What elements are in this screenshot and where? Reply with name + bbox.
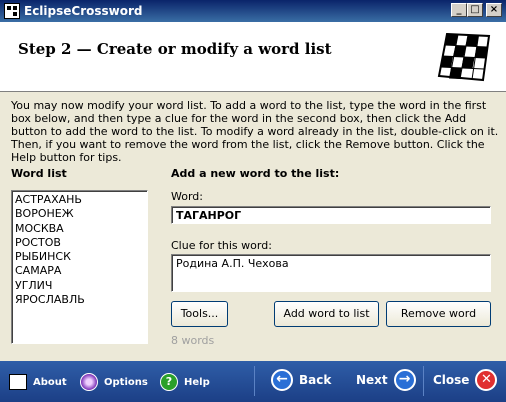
list-item[interactable]: САМАРА	[15, 264, 144, 278]
maximize-button[interactable]: □	[467, 3, 483, 17]
crossword-app-icon	[4, 3, 20, 19]
instructions-text: You may now modify your word list. To ad…	[11, 99, 499, 164]
word-input[interactable]: ТАГАНРОГ	[171, 206, 491, 224]
clue-input[interactable]: Родина А.П. Чехова	[171, 254, 491, 292]
step-title: Step 2 — Create or modify a word list	[18, 40, 332, 58]
next-label: Next	[356, 373, 388, 387]
help-button[interactable]: ? Help	[160, 370, 210, 394]
add-word-button[interactable]: Add word to list	[274, 301, 379, 327]
help-icon: ?	[160, 373, 178, 391]
add-word-label: Add a new word to the list:	[171, 167, 340, 180]
help-label: Help	[184, 376, 210, 388]
close-button[interactable]: Close ✕	[433, 368, 498, 392]
bottom-divider	[254, 366, 255, 396]
next-button[interactable]: Next →	[356, 368, 416, 392]
list-item[interactable]: УГЛИЧ	[15, 279, 144, 293]
back-button[interactable]: ← Back	[271, 368, 331, 392]
window-title: EclipseCrossword	[24, 4, 143, 18]
tools-button[interactable]: Tools...	[171, 301, 228, 327]
bottom-divider	[423, 366, 424, 396]
close-label: Close	[433, 373, 470, 387]
bottom-navigation-bar	[0, 361, 506, 402]
about-label: About	[33, 376, 67, 388]
word-count: 8 words	[171, 334, 215, 347]
options-icon	[80, 373, 98, 391]
options-button[interactable]: Options	[80, 370, 148, 394]
list-item[interactable]: МОСКВА	[15, 222, 144, 236]
about-icon	[9, 374, 27, 390]
title-bar: EclipseCrossword _ □ ×	[0, 0, 506, 22]
list-item[interactable]: РОСТОВ	[15, 236, 144, 250]
back-arrow-icon: ←	[271, 369, 293, 391]
remove-word-button[interactable]: Remove word	[386, 301, 491, 327]
list-item[interactable]: РЫБИНСК	[15, 250, 144, 264]
list-item[interactable]: ЯРОСЛАВЛЬ	[15, 293, 144, 307]
clue-field-label: Clue for this word:	[171, 239, 272, 252]
word-listbox[interactable]: АСТРАХАНЬ ВОРОНЕЖ МОСКВА РОСТОВ РЫБИНСК …	[11, 190, 148, 344]
wizard-header: Step 2 — Create or modify a word list	[0, 22, 506, 92]
word-field-label: Word:	[171, 190, 203, 203]
list-item[interactable]: АСТРАХАНЬ	[15, 193, 144, 207]
minimize-button[interactable]: _	[451, 3, 467, 17]
word-list-label: Word list	[11, 167, 67, 180]
close-icon: ✕	[475, 369, 498, 391]
crossword-grid-logo	[437, 32, 491, 82]
back-label: Back	[299, 373, 332, 387]
list-item[interactable]: ВОРОНЕЖ	[15, 207, 144, 221]
next-arrow-icon: →	[393, 369, 416, 391]
about-button[interactable]: About	[9, 370, 67, 394]
window-close-button[interactable]: ×	[486, 3, 502, 17]
options-label: Options	[104, 376, 148, 388]
